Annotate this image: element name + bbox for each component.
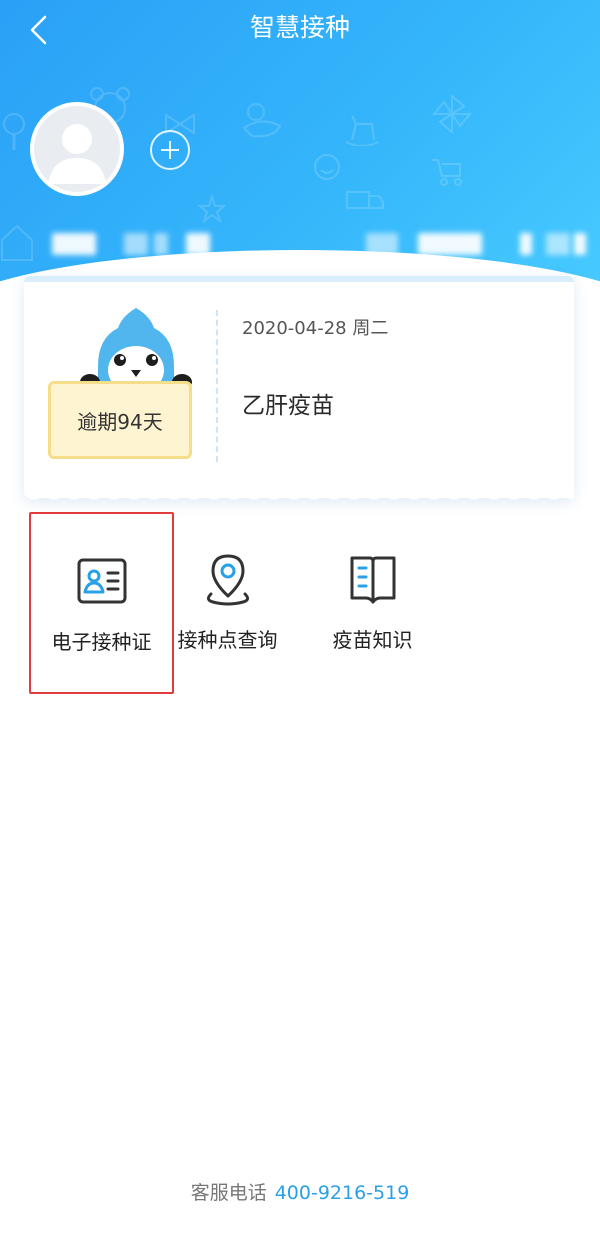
id-card-icon [77, 558, 126, 604]
house-icon [1, 224, 33, 261]
vaccine-name: 乙肝疫苗 [242, 393, 334, 419]
feature-vaccine-knowledge[interactable]: 疫苗知识 [300, 512, 445, 694]
book-icon [350, 556, 395, 604]
vaccine-reminder-card[interactable]: 逾期94天 2020-04-28 周二 乙肝疫苗 [24, 276, 574, 506]
duck-icon [242, 103, 282, 138]
child-name-redacted [46, 225, 586, 261]
pinwheel-icon [431, 93, 473, 135]
overdue-badge: 逾期94天 [48, 381, 192, 459]
star-icon [198, 195, 226, 223]
app-root: 智慧接种 逾期94天 2020-04-28 周二 乙肝疫苗 电子接种证 接种点查… [0, 0, 600, 1245]
location-pin-icon [206, 554, 249, 606]
feature-e-vaccination-certificate[interactable]: 电子接种证 [29, 512, 174, 694]
user-avatar-icon [48, 124, 106, 184]
feature-label: 疫苗知识 [332, 628, 413, 652]
truck-icon [346, 191, 384, 209]
customer-service-footer: 客服电话 400-9216-519 [0, 1178, 600, 1205]
feature-label: 电子接种证 [51, 630, 152, 654]
rocking-horse-icon [345, 115, 379, 146]
feature-label: 接种点查询 [177, 628, 278, 652]
hotline-label: 客服电话 [190, 1182, 267, 1204]
rattle-icon [3, 113, 25, 150]
feature-clinic-search[interactable]: 接种点查询 [155, 512, 300, 694]
hotline-number-link[interactable]: 400-9216-519 [275, 1182, 410, 1204]
vaccination-date: 2020-04-28 周二 [242, 318, 389, 339]
page-title: 智慧接种 [249, 13, 350, 42]
smile-icon [314, 154, 340, 180]
card-scallop-edge [24, 490, 574, 506]
card-divider [216, 310, 218, 462]
stroller-icon [432, 159, 462, 186]
avatar[interactable] [30, 102, 124, 196]
add-child-button[interactable] [150, 130, 190, 170]
